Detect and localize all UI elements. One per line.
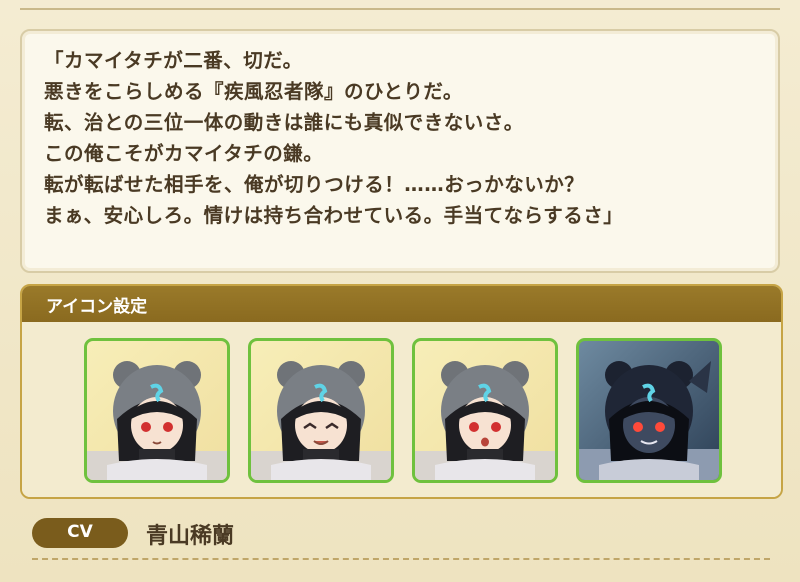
cv-badge: CV [32,518,128,548]
voice-actor-name: 青山稀蘭 [146,524,235,549]
quote-line: 悪きをこらしめる『疾風忍者隊』のひとりだ。 [44,80,463,103]
quote-line: 転、治との三位一体の動きは誰にも真似できないさ。 [44,111,524,134]
icon-option-normal[interactable] [84,338,230,483]
smiling-expression-icon [251,361,391,480]
quote-line: この俺こそがカマイタチの鎌。 [44,142,324,165]
icon-settings-header: アイコン設定 [22,286,781,322]
quote-box: 「カマイタチが二番、切だ。 悪きをこらしめる『疾風忍者隊』のひとりだ。 転、治と… [20,29,780,273]
icon-settings-panel: アイコン設定 [20,284,783,499]
normal-expression-icon [87,361,227,480]
quote-line: 転が転ばせた相手を、俺が切りつける！……おっかないか？ [44,173,585,196]
quote-line: まぁ、安心しろ。情けは持ち合わせている。手当てならするさ」 [44,204,624,227]
cv-divider [32,558,770,560]
icon-settings-title: アイコン設定 [46,297,148,317]
quote-line: 「カマイタチが二番、切だ。 [44,49,303,72]
dark-form-icon [579,361,719,480]
icon-option-surprised[interactable] [412,338,558,483]
icon-option-dark[interactable] [576,338,722,483]
quote-text: 「カマイタチが二番、切だ。 悪きをこらしめる『疾風忍者隊』のひとりだ。 転、治と… [44,45,764,231]
top-divider [20,0,780,10]
surprised-expression-icon [415,361,555,480]
cv-label: CV [67,522,93,542]
profile-screen: 「カマイタチが二番、切だ。 悪きをこらしめる『疾風忍者隊』のひとりだ。 転、治と… [0,0,800,582]
icon-option-smile[interactable] [248,338,394,483]
